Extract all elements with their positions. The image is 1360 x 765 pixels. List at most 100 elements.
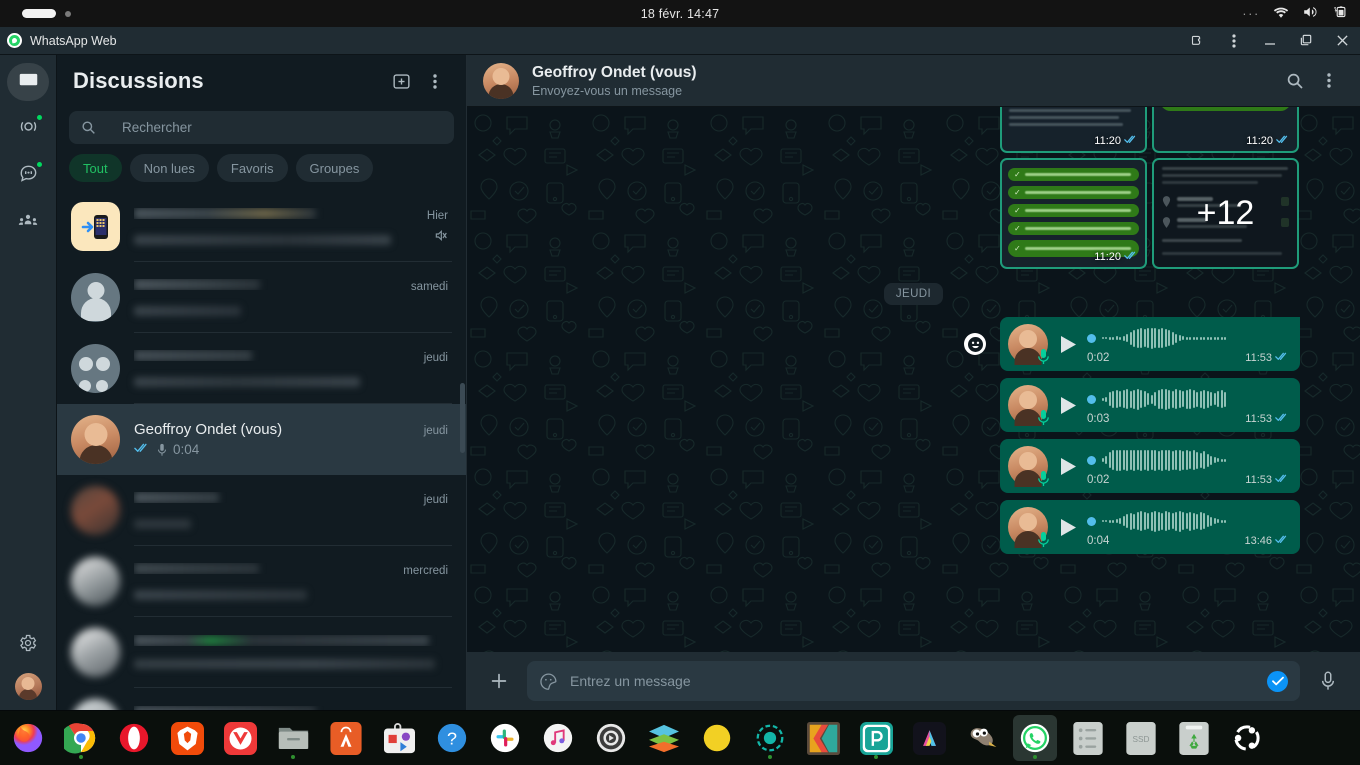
dock-item-file-list[interactable] — [1066, 715, 1110, 761]
album-more-count[interactable]: +12 — [1154, 160, 1297, 267]
dock-item-chrome[interactable] — [59, 715, 103, 761]
kebab-menu-icon[interactable] — [418, 64, 452, 98]
dock-item-layers[interactable] — [642, 715, 686, 761]
dock-item-app-store[interactable] — [324, 715, 368, 761]
sticker-icon[interactable] — [539, 672, 558, 691]
rail-item-channels[interactable] — [7, 157, 49, 195]
dock-item-photopea[interactable] — [854, 715, 898, 761]
microphone-icon[interactable] — [1310, 663, 1346, 699]
emoji-reaction-icon[interactable] — [964, 333, 986, 355]
dock-item-trash[interactable] — [1172, 715, 1216, 761]
play-icon[interactable] — [1060, 518, 1077, 537]
list-item[interactable]: Hier — [57, 191, 466, 262]
chat-list[interactable]: Hier samedi jeudi Geoffroy Ondet (vous) … — [57, 191, 466, 710]
opera-icon — [116, 720, 152, 756]
playhead-dot[interactable] — [1087, 516, 1096, 526]
search-container — [57, 107, 466, 152]
dock-item-ssd-drive[interactable]: SSD — [1119, 715, 1163, 761]
list-item[interactable]: jeudi — [57, 333, 466, 404]
waveform[interactable] — [1087, 388, 1290, 410]
volume-icon[interactable] — [1302, 5, 1319, 22]
album-image-4-more[interactable]: +12 — [1152, 158, 1299, 269]
waveform[interactable] — [1087, 449, 1290, 471]
send-check-icon[interactable] — [1267, 670, 1288, 692]
dock-item-gimp[interactable] — [960, 715, 1004, 761]
voice-track[interactable]: 0:04 13:46 — [1087, 500, 1290, 554]
play-icon[interactable] — [1060, 335, 1077, 354]
dock-item-ubuntu[interactable] — [1225, 715, 1269, 761]
dock-item-media-toolbox[interactable] — [377, 715, 421, 761]
close-icon[interactable] — [1324, 27, 1360, 54]
list-item[interactable] — [57, 617, 466, 688]
conversation-header[interactable]: Geoffroy Ondet (vous) Envoyez-vous un me… — [467, 55, 1360, 107]
wifi-icon[interactable] — [1273, 6, 1289, 22]
new-chat-icon[interactable] — [384, 64, 418, 98]
dock-item-yellow-app[interactable] — [695, 715, 739, 761]
voice-message-bubble[interactable]: 0:02 11:53 — [1000, 317, 1300, 371]
minimize-icon[interactable] — [1252, 27, 1288, 54]
waveform[interactable] — [1087, 510, 1290, 532]
rail-item-settings[interactable] — [7, 626, 49, 664]
dock-item-whatsapp[interactable] — [1013, 715, 1057, 761]
dock-item-vivaldi[interactable] — [218, 715, 262, 761]
search-box[interactable] — [69, 111, 454, 144]
list-item-geoffroy-ondet[interactable]: Geoffroy Ondet (vous) jeudi 0:04 — [57, 404, 466, 475]
list-item-preview — [134, 518, 191, 529]
playhead-dot[interactable] — [1087, 455, 1096, 465]
list-item-preview — [134, 376, 361, 387]
voice-track[interactable]: 0:02 11:53 — [1087, 439, 1290, 493]
rail-item-status[interactable] — [7, 110, 49, 148]
play-icon[interactable] — [1060, 396, 1077, 415]
filter-non-lues[interactable]: Non lues — [129, 154, 209, 182]
list-item[interactable]: jeudi — [57, 475, 466, 546]
voice-track[interactable]: 0:03 11:53 — [1087, 378, 1290, 432]
dock-item-brave[interactable] — [165, 715, 209, 761]
dock-item-kdenlive[interactable] — [801, 715, 845, 761]
menu-kebab-icon[interactable] — [1216, 27, 1252, 54]
rail-item-chats[interactable] — [7, 63, 49, 101]
voice-message-bubble[interactable]: 0:03 11:53 — [1000, 378, 1300, 432]
dock-item-opera[interactable] — [112, 715, 156, 761]
chat-list-scrollbar[interactable] — [460, 383, 465, 453]
message-area[interactable]: 11:20 ✓ ✓ ✓ 11:20 — [467, 107, 1360, 652]
tray-overflow-icon[interactable]: ··· — [1242, 6, 1260, 21]
dock-item-settings[interactable] — [589, 715, 633, 761]
list-item[interactable]: samedi — [57, 262, 466, 333]
battery-charging-icon[interactable] — [1332, 5, 1348, 22]
message-input-field[interactable] — [527, 661, 1300, 701]
kebab-menu-icon[interactable] — [1312, 64, 1346, 98]
voice-message-bubble[interactable]: 0:02 11:53 — [1000, 439, 1300, 493]
maximize-icon[interactable] — [1288, 27, 1324, 54]
play-icon[interactable] — [1060, 457, 1077, 476]
dock-item-music[interactable] — [536, 715, 580, 761]
dock-item-teal-ring[interactable] — [748, 715, 792, 761]
rail-item-communities[interactable] — [7, 204, 49, 242]
playhead-dot[interactable] — [1087, 333, 1096, 343]
search-input[interactable] — [122, 120, 442, 135]
plus-attach-icon[interactable] — [481, 663, 517, 699]
filter-groupes[interactable]: Groupes — [295, 154, 374, 182]
playhead-dot[interactable] — [1087, 394, 1096, 404]
dock-item-firefox[interactable] — [6, 715, 50, 761]
profile-avatar[interactable] — [14, 673, 42, 700]
album-image-2[interactable]: ✓ ✓ ✓ 11:20 — [1152, 107, 1299, 153]
extensions-icon[interactable] — [1180, 27, 1216, 54]
voice-track[interactable]: 0:02 11:53 — [1087, 317, 1290, 371]
waveform[interactable] — [1087, 327, 1290, 349]
voice-message-bubble[interactable]: 0:04 13:46 — [1000, 500, 1300, 554]
filter-tout[interactable]: Tout — [69, 154, 122, 182]
search-icon[interactable] — [1278, 64, 1312, 98]
dock-item-files[interactable] — [271, 715, 315, 761]
image-album-message[interactable]: 11:20 ✓ ✓ ✓ 11:20 — [1000, 107, 1300, 269]
dock-item-affinity[interactable] — [907, 715, 951, 761]
album-image-3[interactable]: ✓ ✓ ✓ ✓ ✓ 11:20 — [1000, 158, 1147, 269]
avatar[interactable] — [483, 62, 519, 99]
album-image-1[interactable]: 11:20 — [1000, 107, 1147, 153]
dock-item-slack[interactable] — [483, 715, 527, 761]
list-item[interactable]: mercredi — [57, 546, 466, 617]
filter-favoris[interactable]: Favoris — [216, 154, 288, 182]
message-input[interactable] — [570, 673, 1255, 689]
dock-item-help[interactable]: ? — [430, 715, 474, 761]
list-item[interactable] — [57, 688, 466, 710]
system-clock[interactable]: 18 févr. 14:47 — [0, 7, 1360, 21]
